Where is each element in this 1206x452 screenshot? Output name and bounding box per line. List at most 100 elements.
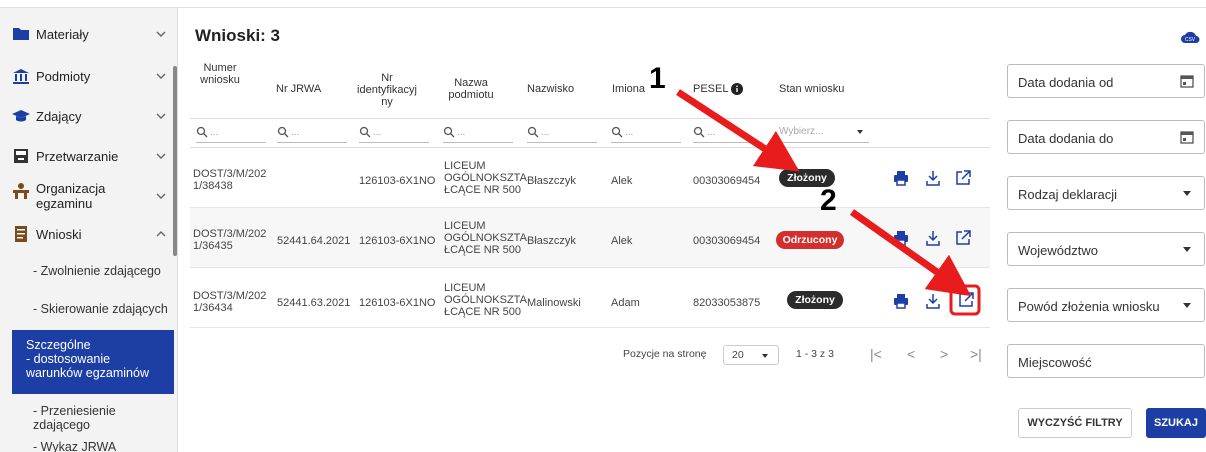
date-from-field[interactable]: Data dodania od [1007, 64, 1205, 98]
sidebar-subitem-przeniesienie[interactable]: - Przeniesienie zdającego [0, 404, 174, 432]
calendar-icon[interactable] [1180, 74, 1194, 88]
filter-nazwisko[interactable]: ... [527, 126, 549, 138]
page-size-select[interactable]: 20 [723, 345, 779, 365]
filter-underline [611, 142, 681, 143]
sidebar-item-wnioski[interactable]: Wnioski [0, 224, 174, 244]
city-field[interactable]: Miejscowość [1007, 344, 1205, 378]
filter-placeholder: ... [541, 126, 550, 138]
chevron-down-icon [156, 193, 166, 199]
filter-nrid[interactable]: ... [359, 126, 381, 138]
chevron-up-icon [156, 231, 166, 237]
date-to-field[interactable]: Data dodania do [1007, 120, 1205, 154]
info-icon[interactable] [731, 83, 744, 96]
col-header-numer[interactable]: Numer wniosku [198, 62, 242, 86]
reason-select[interactable]: Powód złożenia wniosku [1007, 288, 1205, 322]
next-page-button[interactable]: > [940, 346, 948, 362]
caret-down-icon [1183, 247, 1191, 252]
col-header-jrwa[interactable]: Nr JRWA [276, 83, 321, 95]
cell-nazwisko: Błaszczyk [527, 235, 576, 247]
sidebar-item-label: Organizacja egzaminu [36, 181, 106, 211]
col-header-nrid[interactable]: Nr identyfikacyj ny [357, 72, 417, 108]
csv-export-icon[interactable]: CSV [1180, 28, 1200, 44]
col-header-stan[interactable]: Stan wniosku [779, 83, 844, 95]
cell-numer: DOST/3/M/202 1/36435 [193, 228, 267, 252]
cell-podmiot: LICEUM OGÓLNOKSZTA ŁCĄCE NR 500 [444, 220, 527, 256]
filter-placeholder: ... [291, 126, 300, 138]
col-header-imiona[interactable]: Imiona [612, 83, 645, 95]
filter-numer[interactable]: ... [196, 126, 218, 138]
top-bar [0, 0, 1206, 8]
voivodeship-select[interactable]: Województwo [1007, 232, 1205, 266]
table-row[interactable] [190, 148, 990, 208]
date-to-label: Data dodania do [1018, 131, 1114, 146]
cell-jrwa: 52441.64.2021 [277, 235, 351, 247]
cell-nrid: 126103-6X1NO [359, 297, 436, 309]
filter-placeholder: ... [625, 126, 634, 138]
filter-underline [527, 142, 597, 143]
sidebar-item-przetwarzanie[interactable]: Przetwarzanie [0, 146, 174, 166]
filter-jrwa[interactable]: ... [277, 126, 299, 138]
sidebar-item-zdajacy[interactable]: Zdający [0, 106, 174, 126]
filter-podmiot[interactable]: ... [443, 126, 465, 138]
select-placeholder: Wybierz... [779, 126, 824, 137]
download-icon[interactable] [925, 230, 941, 246]
calendar-icon[interactable] [1180, 130, 1194, 144]
status-badge: Odrzucony [776, 231, 844, 249]
sidebar-subitem-szczegolne[interactable]: Szczególne - dostosowanie warunków egzamin… [12, 330, 174, 394]
col-header-podmiot[interactable]: Nazwa podmiotu [446, 77, 496, 101]
col-header-pesel[interactable]: PESEL [693, 83, 744, 96]
print-icon[interactable] [893, 293, 909, 309]
first-page-button[interactable]: |< [870, 346, 882, 362]
search-icon [443, 126, 455, 138]
col-header-pesel-label: PESEL [693, 83, 729, 95]
filter-underline [693, 142, 763, 143]
sidebar-subitem-jrwa[interactable]: - Wykaz JRWA [0, 440, 174, 452]
open-external-icon[interactable] [955, 230, 971, 246]
cell-imiona: Adam [611, 297, 640, 309]
download-icon[interactable] [925, 293, 941, 309]
search-button[interactable]: SZUKAJ [1146, 408, 1206, 438]
search-icon [611, 126, 623, 138]
search-icon [527, 126, 539, 138]
sidebar-item-podmioty[interactable]: Podmioty [0, 66, 174, 86]
download-icon[interactable] [925, 170, 941, 186]
print-icon[interactable] [893, 230, 909, 246]
search-icon [277, 126, 289, 138]
print-icon[interactable] [893, 170, 909, 186]
filter-placeholder: ... [373, 126, 382, 138]
sidebar-scrollbar[interactable] [173, 66, 177, 256]
cell-numer: DOST/3/M/202 1/38438 [193, 168, 267, 192]
cell-numer: DOST/3/M/202 1/36434 [193, 290, 267, 314]
cell-imiona: Alek [611, 175, 633, 187]
cell-pesel: 00303069454 [693, 175, 761, 187]
last-page-button[interactable]: >| [970, 346, 982, 362]
sidebar-subitem-skierowanie[interactable]: - Skierowanie zdających [0, 302, 174, 316]
filter-placeholder: ... [457, 126, 466, 138]
filter-imiona[interactable]: ... [611, 126, 633, 138]
cell-nrid: 126103-6X1NO [359, 235, 436, 247]
filter-placeholder: ... [707, 126, 716, 138]
clear-filters-button[interactable]: WYCZYŚĆ FILTRY [1018, 408, 1132, 438]
open-external-icon[interactable] [955, 170, 971, 186]
caret-down-icon [1183, 303, 1191, 308]
caret-down-icon [1183, 191, 1191, 196]
sidebar-item-organizacja[interactable]: Organizacja egzaminu [0, 178, 174, 214]
status-badge: Złożony [787, 291, 843, 309]
cell-pesel: 82033053875 [693, 297, 761, 309]
cell-nazwisko: Błaszczyk [527, 175, 576, 187]
filter-stan-select[interactable]: Wybierz... [779, 126, 865, 137]
person-desk-icon [13, 183, 29, 199]
page-title: Wnioski: 3 [195, 26, 281, 45]
col-header-nazwisko[interactable]: Nazwisko [527, 83, 574, 95]
prev-page-button[interactable]: < [907, 346, 915, 362]
chevron-down-icon [156, 31, 166, 37]
sidebar-item-materialy[interactable]: Materiały [0, 24, 174, 44]
open-external-icon[interactable] [958, 292, 974, 308]
sidebar-subitem-zwolnienie[interactable]: - Zwolnienie zdającego [0, 264, 174, 278]
filter-underline [443, 142, 513, 143]
chevron-down-icon [156, 73, 166, 79]
inbox-icon [14, 149, 28, 163]
filter-pesel[interactable]: ... [693, 126, 715, 138]
declaration-type-select[interactable]: Rodzaj deklaracji [1007, 176, 1205, 210]
cell-nazwisko: Malinowski [527, 297, 581, 309]
